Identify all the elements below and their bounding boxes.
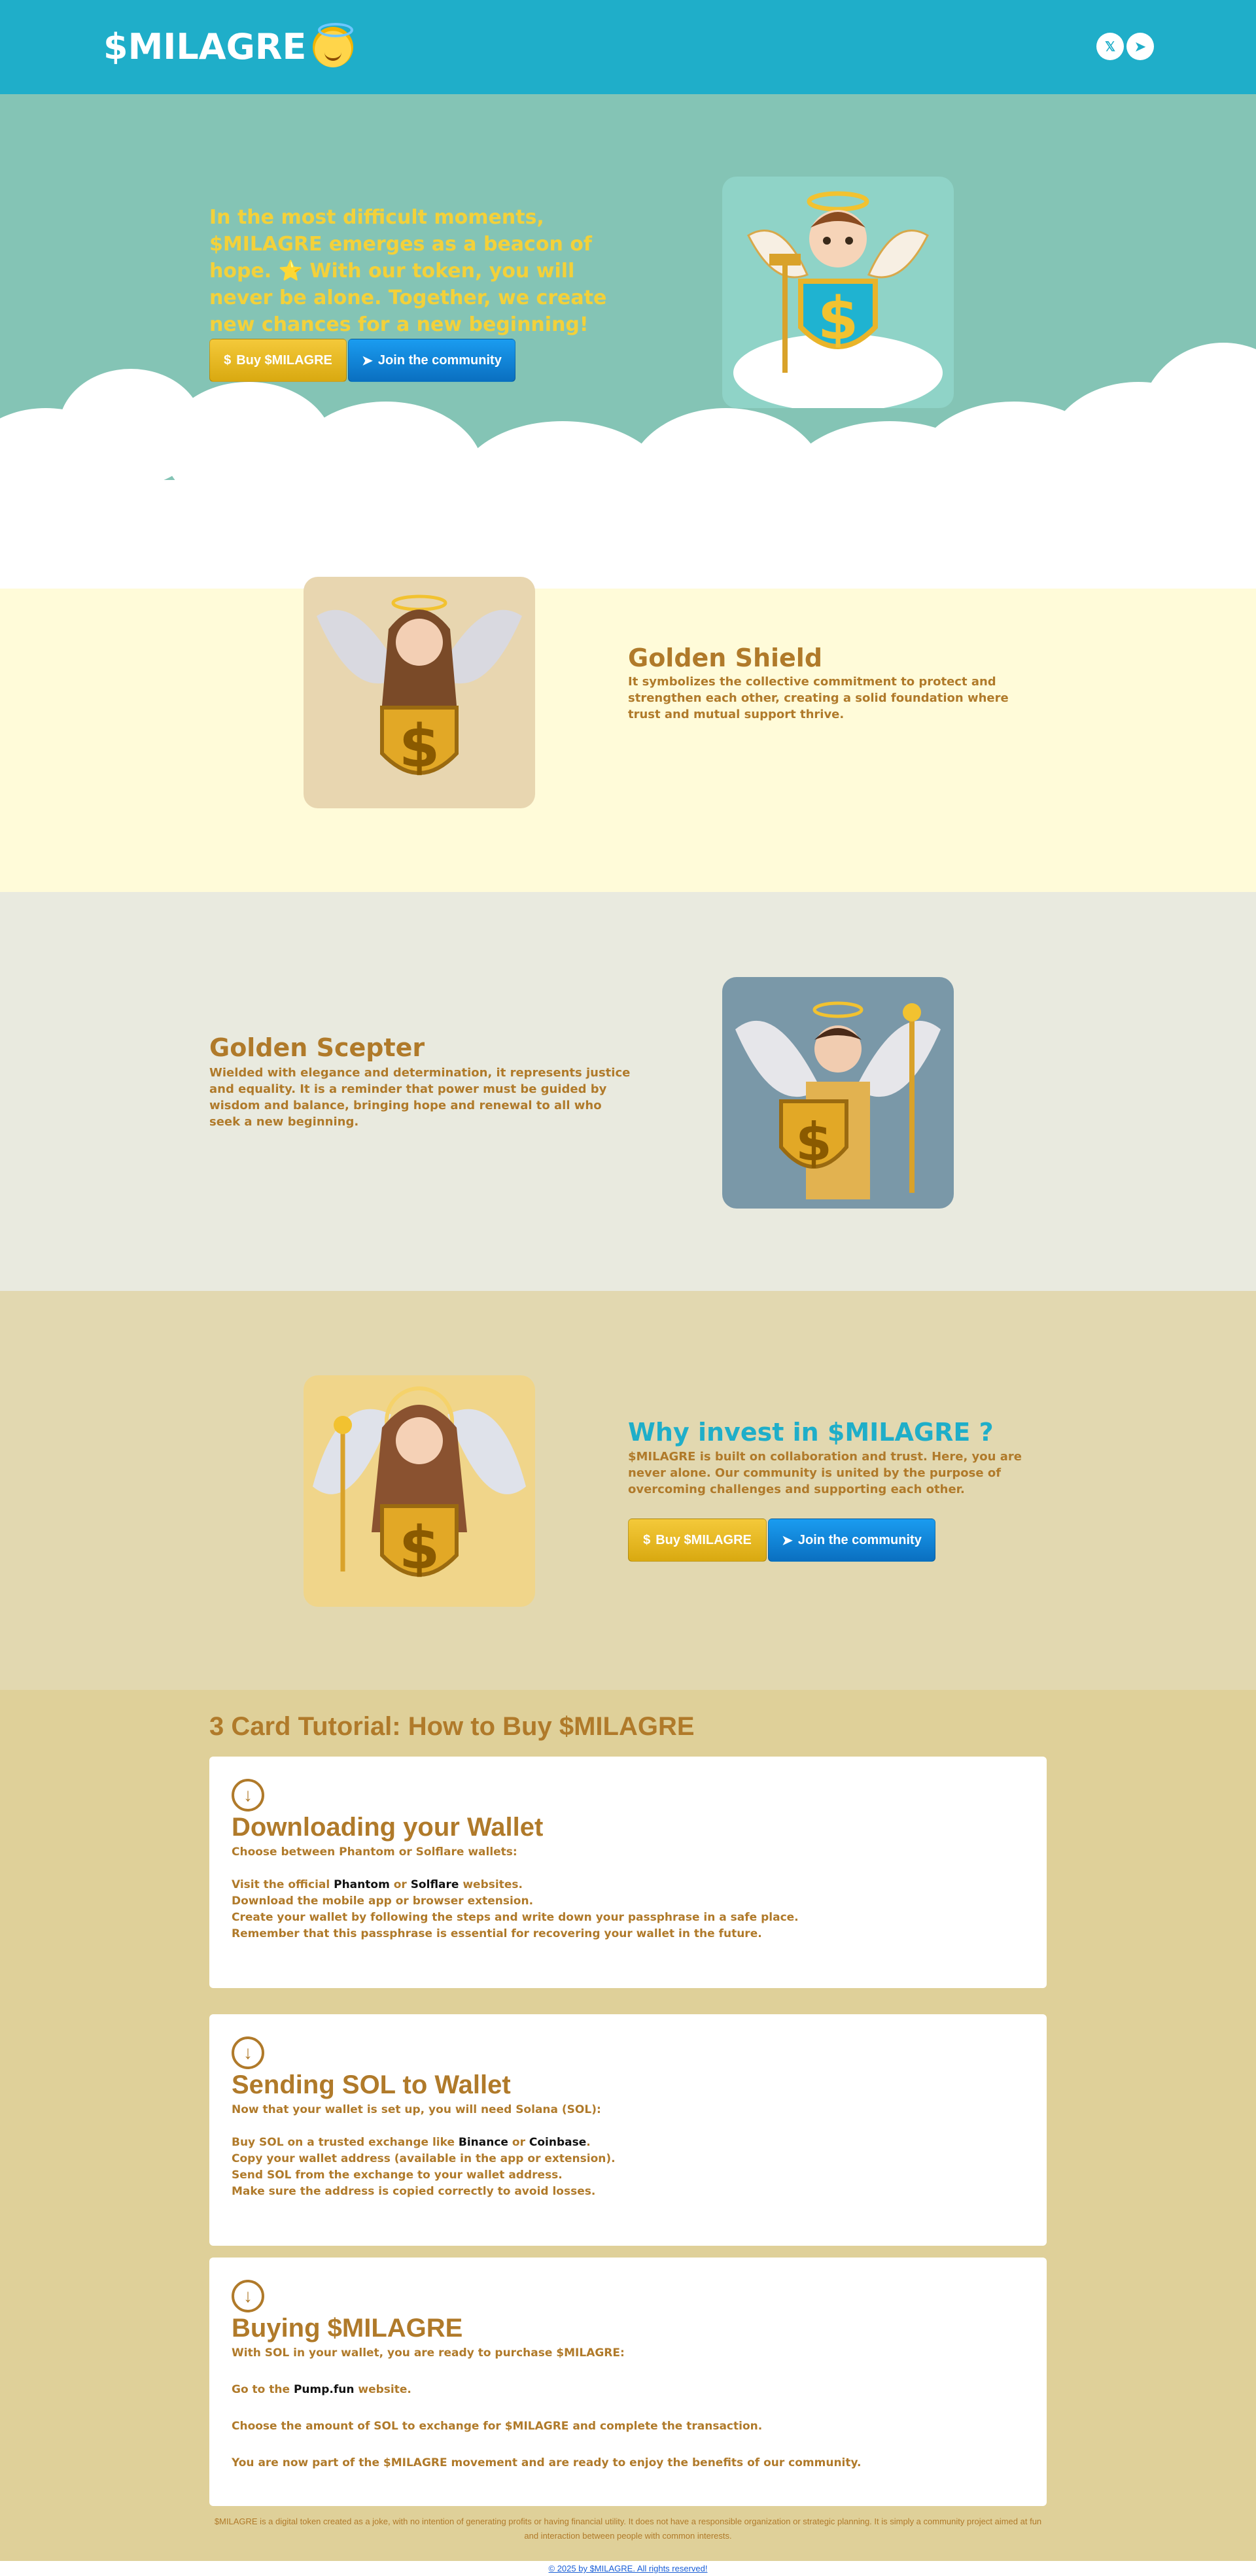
dollar-icon: $ bbox=[643, 1532, 651, 1547]
card-line: Create your wallet by following the step… bbox=[232, 1911, 799, 1924]
disclaimer-text: $MILAGRE is a digital token created as a… bbox=[214, 2516, 1042, 2541]
telegram-icon: ➤ bbox=[362, 353, 373, 368]
telegram-icon[interactable]: ➤ bbox=[1126, 33, 1154, 60]
telegram-icon: ➤ bbox=[782, 1533, 793, 1548]
coinbase-link[interactable]: Coinbase bbox=[529, 2136, 586, 2149]
card-intro: Choose between Phantom or Solflare walle… bbox=[232, 1846, 517, 1859]
pumpfun-link[interactable]: Pump.fun bbox=[294, 2383, 355, 2396]
golden-shield-title: Golden Shield bbox=[628, 644, 823, 672]
card-line: Copy your wallet address (available in t… bbox=[232, 2152, 616, 2165]
golden-shield-section bbox=[0, 589, 1256, 892]
hero-section: In the most difficult moments, $MILAGRE … bbox=[0, 94, 1256, 589]
hero-tagline: In the most difficult moments, $MILAGRE … bbox=[209, 206, 607, 336]
binance-link[interactable]: Binance bbox=[459, 2136, 508, 2149]
solflare-link[interactable]: Solflare bbox=[411, 1878, 459, 1891]
copyright-link[interactable]: © 2025 by $MILAGRE. All rights reserved! bbox=[0, 2561, 1256, 2576]
smiling-face-with-halo-icon bbox=[313, 22, 354, 67]
card-line: Go to the Pump.fun website. bbox=[232, 2383, 411, 2396]
tutorial-card-buying: ↓ Buying $MILAGRE With SOL in your walle… bbox=[209, 2258, 1047, 2506]
card-line: You are now part of the $MILAGRE movemen… bbox=[232, 2456, 862, 2469]
card-body: Now that your wallet is set up, you will… bbox=[232, 2102, 616, 2200]
card-title: Sending SOL to Wallet bbox=[232, 2070, 511, 2099]
female-angel-with-scepter-image: $ bbox=[304, 1375, 535, 1607]
golden-scepter-title: Golden Scepter bbox=[209, 1033, 425, 1062]
dollar-icon: $ bbox=[224, 352, 232, 368]
svg-text:$: $ bbox=[399, 1514, 440, 1583]
cherub-angel-with-dollar-shield-image: $ bbox=[722, 177, 954, 408]
buy-milagre-button[interactable]: $ Buy $MILAGRE bbox=[628, 1519, 767, 1562]
x-twitter-icon[interactable]: 𝕏 bbox=[1096, 33, 1124, 60]
card-intro: With SOL in your wallet, you are ready t… bbox=[232, 2346, 625, 2360]
svg-text:$: $ bbox=[795, 1112, 832, 1173]
card-title: Buying $MILAGRE bbox=[232, 2314, 463, 2343]
buy-milagre-button[interactable]: $ Buy $MILAGRE bbox=[209, 339, 347, 382]
join-community-button[interactable]: ➤ Join the community bbox=[768, 1519, 935, 1562]
card-line: Buy SOL on a trusted exchange like Binan… bbox=[232, 2136, 591, 2149]
svg-text:$: $ bbox=[399, 712, 440, 781]
golden-scepter-description: Wielded with elegance and determination,… bbox=[209, 1066, 631, 1129]
svg-text:$: $ bbox=[818, 284, 859, 353]
card-title: Downloading your Wallet bbox=[232, 1813, 544, 1842]
card-line: Send SOL from the exchange to your walle… bbox=[232, 2169, 563, 2182]
tutorial-card-sending-sol: ↓ Sending SOL to Wallet Now that your wa… bbox=[209, 2014, 1047, 2246]
tutorial-card-wallet: ↓ Downloading your Wallet Choose between… bbox=[209, 1757, 1047, 1988]
card-body: With SOL in your wallet, you are ready t… bbox=[232, 2345, 861, 2471]
card-line: Make sure the address is copied correctl… bbox=[232, 2185, 596, 2198]
phantom-link[interactable]: Phantom bbox=[334, 1878, 390, 1891]
download-arrow-icon: ↓ bbox=[232, 1779, 264, 1812]
site-header: $MILAGRE 𝕏 ➤ bbox=[0, 0, 1256, 94]
golden-shield-description: It symbolizes the collective commitment … bbox=[628, 675, 1009, 721]
card-line: Remember that this passphrase is essenti… bbox=[232, 1927, 762, 1940]
card-line: Visit the official Phantom or Solflare w… bbox=[232, 1878, 523, 1891]
download-arrow-icon: ↓ bbox=[232, 2280, 264, 2312]
card-line: Choose the amount of SOL to exchange for… bbox=[232, 2420, 763, 2433]
why-invest-title: Why invest in $MILAGRE ? bbox=[628, 1418, 994, 1447]
card-line: Download the mobile app or browser exten… bbox=[232, 1895, 534, 1908]
female-angel-with-dollar-shield-image: $ bbox=[304, 577, 535, 808]
card-body: Choose between Phantom or Solflare walle… bbox=[232, 1844, 799, 1942]
tutorial-title: 3 Card Tutorial: How to Buy $MILAGRE bbox=[209, 1712, 695, 1741]
download-arrow-icon: ↓ bbox=[232, 2036, 264, 2069]
brand-name: $MILAGRE bbox=[103, 26, 307, 67]
brand-logo[interactable]: $MILAGRE bbox=[103, 22, 354, 67]
join-community-button[interactable]: ➤ Join the community bbox=[348, 339, 515, 382]
cloud-base bbox=[0, 480, 1256, 589]
why-invest-description: $MILAGRE is built on collaboration and t… bbox=[628, 1450, 1022, 1496]
male-angel-with-scepter-image: $ bbox=[722, 977, 954, 1209]
card-intro: Now that your wallet is set up, you will… bbox=[232, 2103, 601, 2116]
